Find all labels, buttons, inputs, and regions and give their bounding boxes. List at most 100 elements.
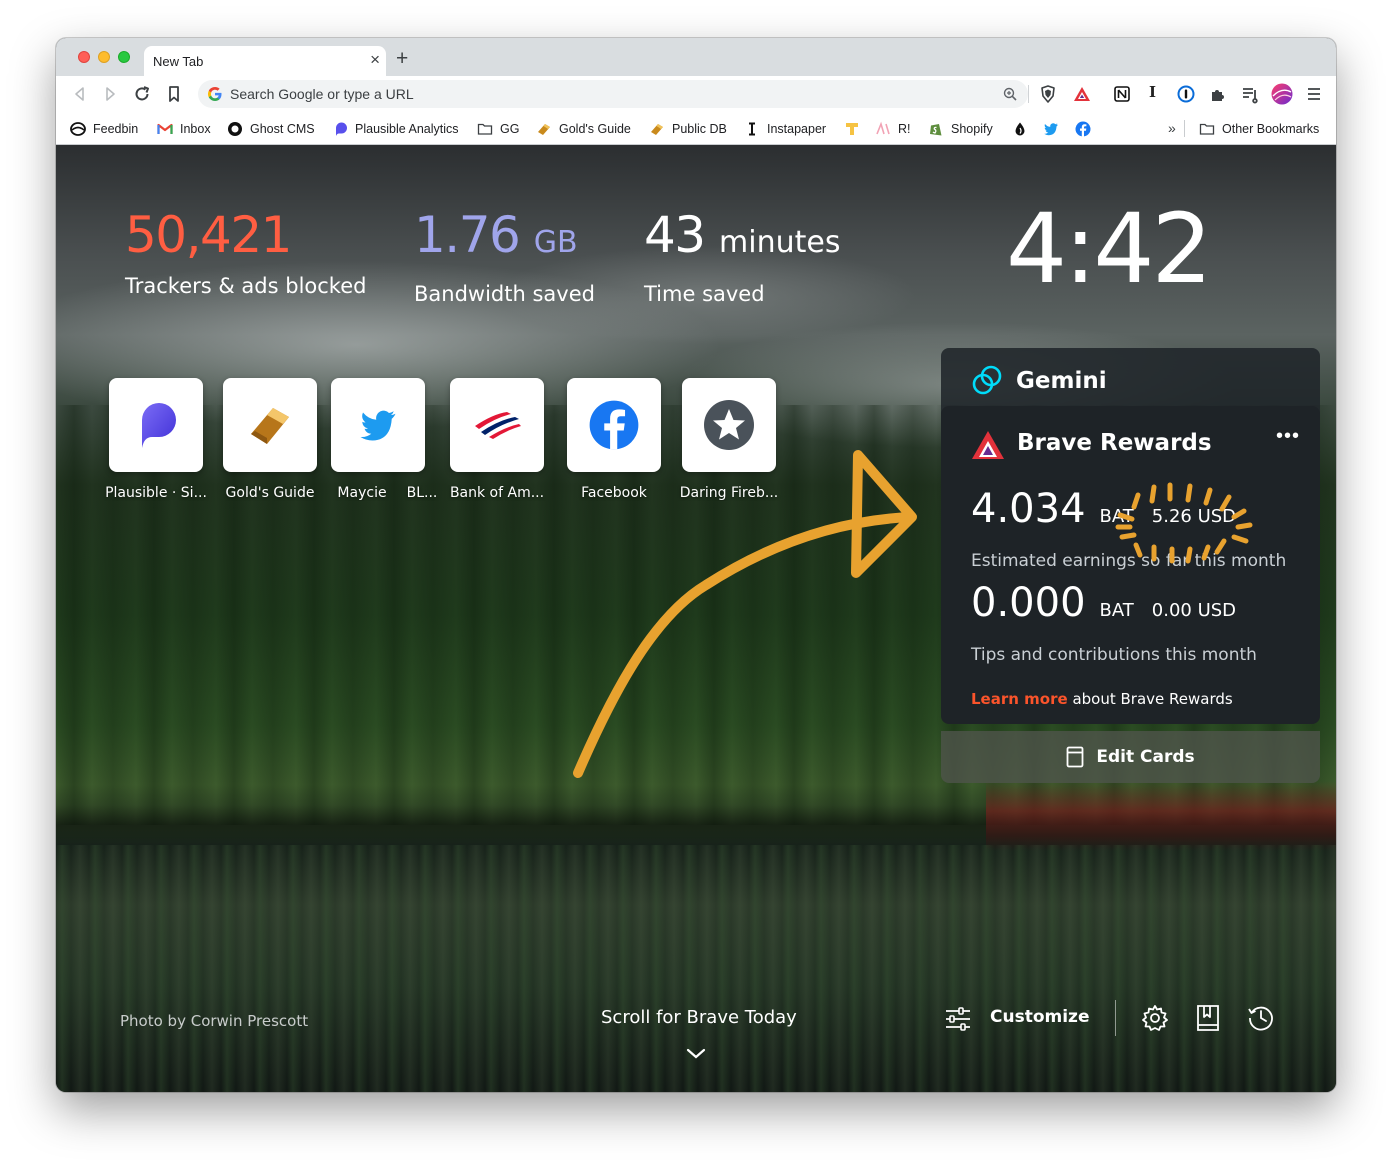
earnings-unit: BAT [1099,506,1134,527]
back-icon[interactable] [70,84,90,104]
bookmark-label: Shopify [951,121,993,136]
tips-unit: BAT [1099,600,1134,621]
top-site-daring-fireball[interactable]: Daring Fireb... [674,378,784,501]
bookmark-instapaper[interactable]: Instapaper [744,112,826,145]
new-tab-page: 50,421 Trackers & ads blocked 1.76 GB Ba… [56,145,1336,1092]
earnings-row: 4.034 BAT 5.26 USD [971,486,1236,532]
bandwidth-value: 1.76 [414,206,521,264]
bookmarks-overflow-button[interactable]: » [1168,120,1176,136]
minimize-window-button[interactable] [98,51,110,63]
customize-button[interactable]: Customize [990,1007,1089,1027]
learn-more-link[interactable]: Learn more [971,690,1068,708]
bank-of-america-icon [475,412,521,439]
background-houses [986,781,1336,851]
top-site-tile[interactable] [450,378,544,472]
tab-new-tab[interactable]: New Tab × [144,46,386,76]
bookmark-droplet[interactable] [1012,112,1035,145]
top-site-name: Gold's Guide [225,485,315,501]
bookmark-t[interactable] [844,112,867,145]
bookmark-plausible[interactable]: Plausible Analytics [332,112,459,145]
gold-bar-icon [651,123,663,135]
forward-icon[interactable] [100,84,120,104]
reading-list-icon[interactable] [1240,84,1260,104]
stat-trackers: 50,421 Trackers & ads blocked [125,208,366,298]
r-icon [876,121,890,134]
tips-amount: 0.000 [971,580,1086,626]
top-site-name: Plausible · Si... [105,485,207,501]
brave-shields-icon[interactable] [1038,84,1058,104]
tab-close-icon[interactable]: × [370,51,380,69]
bookmark-label: Ghost CMS [250,121,315,136]
bookmark-ghost-cms[interactable]: Ghost CMS [227,112,315,145]
time-label: Time saved [644,282,765,306]
gmail-icon [157,123,173,134]
earnings-description: Estimated earnings so far this month [971,551,1287,571]
learn-more-text: about Brave Rewards [1067,690,1233,708]
instapaper-icon[interactable]: I [1149,83,1156,101]
learn-more-line: Learn more about Brave Rewards [971,690,1233,708]
ghost-icon [228,121,242,136]
settings-gear-icon[interactable] [1140,1003,1170,1033]
zoom-window-button[interactable] [118,51,130,63]
chevron-down-icon[interactable] [685,1047,707,1061]
profile-avatar[interactable] [1271,83,1293,105]
more-options-icon[interactable]: ••• [1276,426,1300,446]
bookmark-page-icon[interactable] [164,84,184,104]
bookmark-inbox[interactable]: Inbox [157,112,211,145]
facebook-icon [1075,121,1091,136]
onepassword-icon[interactable] [1176,84,1196,104]
bookmarks-bar: Feedbin Inbox Ghost CMS Plausible Analyt… [56,112,1336,145]
edit-cards-button[interactable]: Edit Cards [941,731,1320,783]
folder-icon [1199,123,1215,135]
new-tab-button[interactable]: + [396,48,408,70]
plausible-icon [336,122,347,136]
menu-icon[interactable] [1304,84,1324,104]
notion-icon[interactable] [1112,84,1132,104]
bookmark-label: Public DB [672,121,727,136]
tab-title: New Tab [153,54,204,69]
stat-bandwidth: 1.76 GB Bandwidth saved [414,208,595,306]
top-site-name: Bank of Am... [449,485,545,501]
extensions-icon[interactable] [1208,84,1228,104]
bookmark-facebook[interactable] [1075,112,1098,145]
t-letter-icon [846,122,858,135]
toolbar: Search Google or type a URL I [56,76,1336,112]
zoom-icon[interactable] [1002,86,1018,102]
top-site-bank-of-america[interactable]: Bank of Am... [442,378,552,501]
address-bar[interactable]: Search Google or type a URL [198,80,1028,108]
footer-separator [1115,1000,1116,1036]
top-site-tile[interactable] [109,378,203,472]
bookmark-r[interactable]: R! [875,112,911,145]
bookmarks-manager-icon[interactable] [1193,1003,1223,1033]
droplet-icon [1015,122,1025,135]
top-site-golds-guide[interactable]: Gold's Guide [215,378,325,501]
earnings-usd: 5.26 USD [1151,506,1237,527]
bookmark-label: GG [500,121,520,136]
brave-rewards-icon[interactable] [1072,84,1092,104]
bookmark-label: Gold's Guide [559,121,631,136]
bookmark-label: Instapaper [767,121,827,136]
bookmark-public-db[interactable]: Public DB [649,112,727,145]
bandwidth-label: Bandwidth saved [414,282,595,306]
bookmark-golds-guide[interactable]: Gold's Guide [536,112,631,145]
sliders-icon[interactable] [944,1005,972,1033]
toolbar-separator [1028,85,1029,103]
reload-icon[interactable] [132,84,152,104]
top-site-maycie[interactable]: Maycie [330,378,425,501]
bookmark-other-bookmarks[interactable]: Other Bookmarks [1199,112,1319,145]
photo-credit[interactable]: Photo by Corwin Prescott [120,1012,308,1030]
bookmark-twitter[interactable] [1043,112,1066,145]
scroll-brave-today[interactable]: Scroll for Brave Today [601,1007,797,1028]
top-site-facebook[interactable]: Facebook [559,378,669,501]
top-site-tile[interactable] [682,378,776,472]
top-site-tile[interactable] [223,378,317,472]
bookmark-shopify[interactable]: Shopify [928,112,993,145]
bookmark-label: Feedbin [93,121,139,136]
top-site-plausible[interactable]: Plausible · Si... [101,378,211,501]
bookmark-feedbin[interactable]: Feedbin [70,112,138,145]
trackers-count: 50,421 [125,206,292,264]
bookmark-gg-folder[interactable]: GG [477,112,519,145]
close-window-button[interactable] [78,51,90,63]
history-icon[interactable] [1246,1003,1276,1033]
top-site-tile[interactable] [567,378,661,472]
